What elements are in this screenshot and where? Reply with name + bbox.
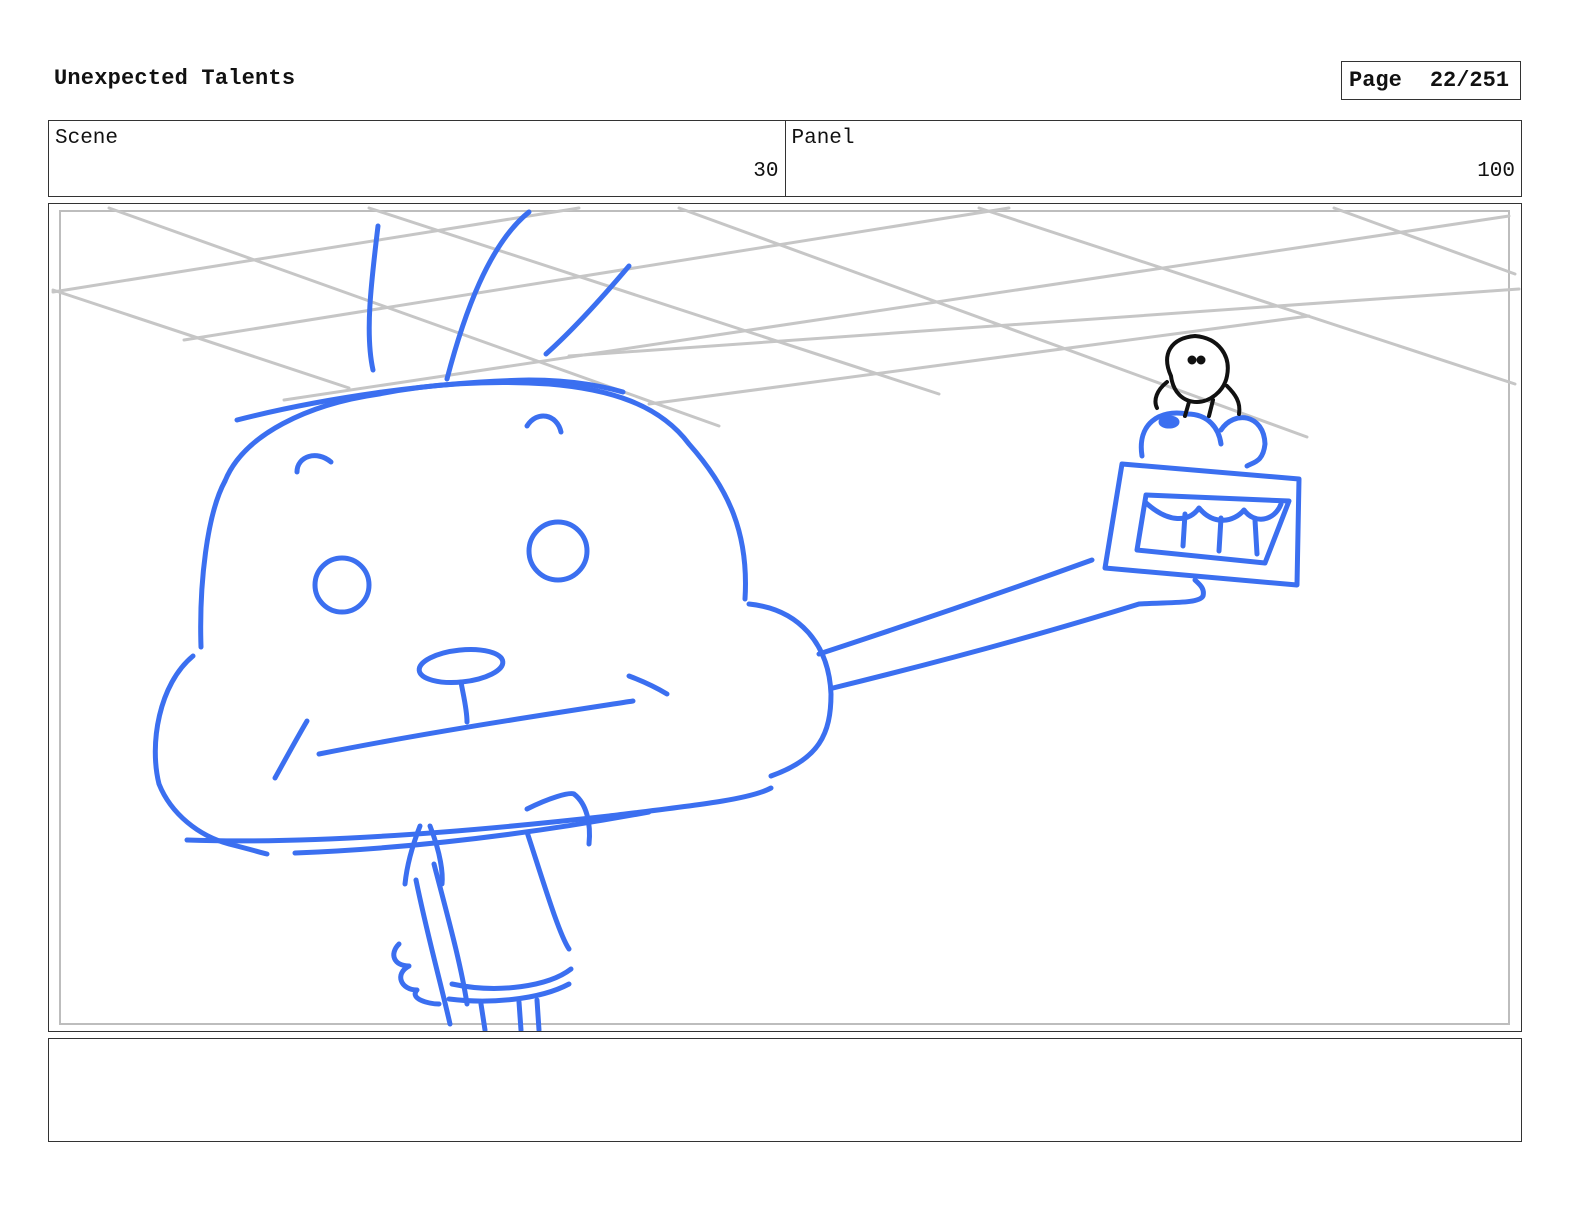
panel-notes xyxy=(48,1038,1522,1142)
scene-number: 30 xyxy=(753,160,779,183)
perspective-grid xyxy=(51,206,1521,439)
page-indicator: Page 22/251 xyxy=(1341,61,1521,100)
small-creature-sketch xyxy=(1153,334,1242,418)
panel-cell: Panel 100 xyxy=(784,121,1522,196)
storyboard-title: Unexpected Talents xyxy=(54,66,296,91)
page-label: Page xyxy=(1349,68,1402,93)
scene-label: Scene xyxy=(55,127,119,150)
panel-number: 100 xyxy=(1477,160,1515,183)
page-number: 22/251 xyxy=(1429,68,1510,93)
panel-label: Panel xyxy=(791,127,855,150)
storyboard-panel xyxy=(48,203,1522,1032)
scene-cell: Scene 30 xyxy=(49,121,785,196)
scene-panel-info: Scene 30 Panel 100 xyxy=(48,120,1522,197)
panel-sketch xyxy=(51,206,1521,1031)
safe-area-frame xyxy=(59,210,1510,1025)
